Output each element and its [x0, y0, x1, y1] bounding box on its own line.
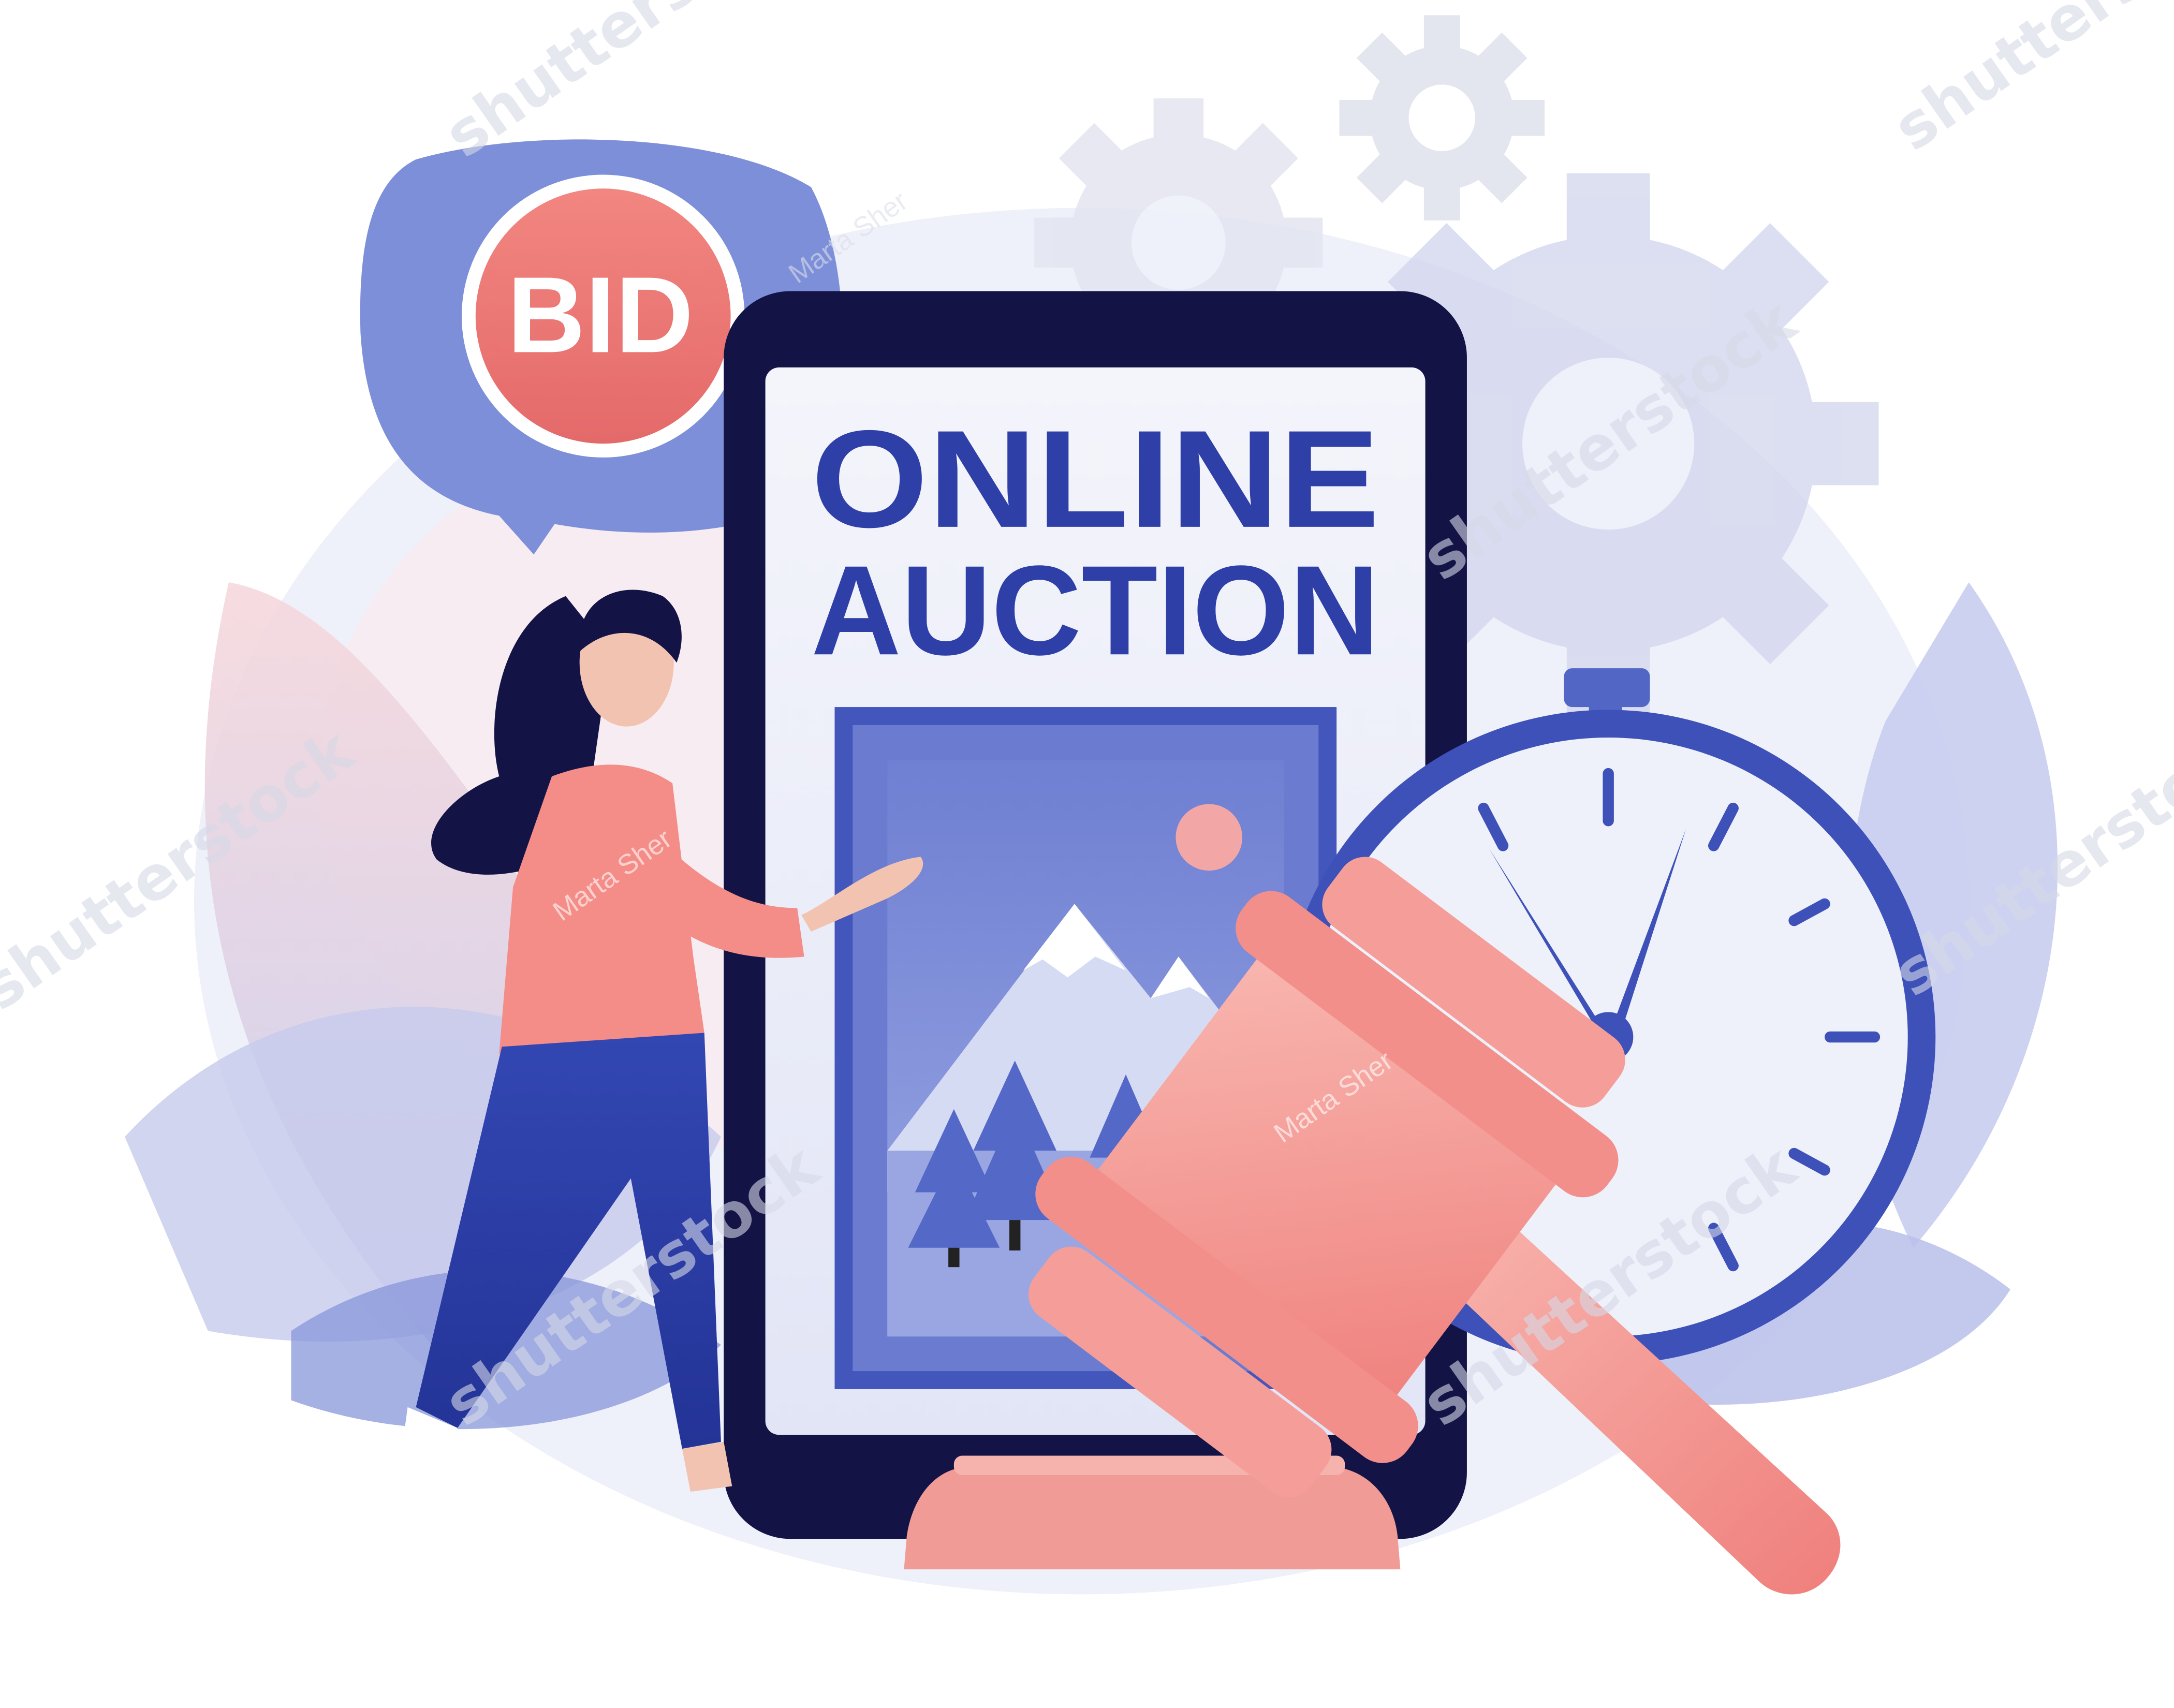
gavel-sound-block [904, 1466, 1401, 1570]
shutterstock-watermark: shutterstock [1881, 0, 2174, 165]
online-auction-illustration: BID ONLINE AUCTION shutterstock shutters… [0, 0, 2174, 1595]
sun-icon [1176, 804, 1242, 871]
headline-auction: AUCTION [811, 539, 1379, 682]
gear-icon [1339, 15, 1545, 220]
headline-online: ONLINE [811, 402, 1379, 556]
bid-label: BID [507, 255, 694, 375]
